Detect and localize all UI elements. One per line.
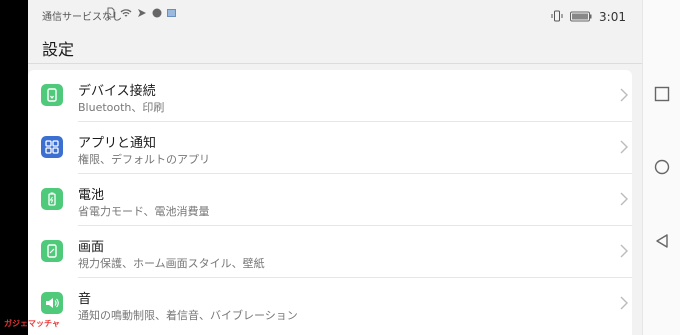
settings-item-subtitle: 通知の鳴動制限、着信音、バイブレーション bbox=[78, 309, 298, 322]
watermark-logo: ガジェマッチャ bbox=[4, 319, 60, 328]
settings-item-subtitle: 権限、デフォルトのアプリ bbox=[78, 153, 210, 166]
settings-item-subtitle: 視力保護、ホーム画面スタイル、壁紙 bbox=[78, 257, 265, 270]
sound-icon bbox=[41, 292, 63, 314]
page-title: 設定 bbox=[42, 40, 75, 59]
settings-item-subtitle: 省電力モード、電池消費量 bbox=[78, 205, 210, 218]
device-connection-icon bbox=[41, 84, 63, 106]
settings-list: デバイス接続 Bluetooth、印刷 アプリと通知 権限、デフォルトのアプリ … bbox=[28, 70, 632, 335]
vibrate-icon bbox=[551, 7, 563, 26]
navigation-bar bbox=[642, 0, 680, 335]
sim-icon bbox=[107, 7, 115, 18]
settings-item-title: アプリと通知 bbox=[78, 136, 157, 151]
header-divider bbox=[28, 63, 642, 64]
image-icon bbox=[167, 8, 176, 17]
settings-item-title: 電池 bbox=[78, 188, 105, 203]
left-bezel bbox=[0, 0, 28, 335]
chevron-right-icon bbox=[620, 139, 628, 158]
settings-item-title: 音 bbox=[78, 292, 92, 307]
settings-item-battery[interactable]: 電池 省電力モード、電池消費量 bbox=[28, 174, 632, 226]
chevron-right-icon bbox=[620, 87, 628, 106]
recent-apps-button[interactable] bbox=[654, 86, 670, 106]
navigation-icon bbox=[137, 8, 147, 18]
status-icons bbox=[107, 7, 176, 18]
settings-screen: 通信サービスなし 3:01 設定 デバイス接続 Bluetooth、印刷 アプリ… bbox=[28, 0, 642, 335]
settings-item-device-connection[interactable]: デバイス接続 Bluetooth、印刷 bbox=[28, 70, 632, 122]
back-button[interactable] bbox=[654, 233, 670, 253]
wifi-icon bbox=[120, 8, 132, 18]
settings-item-sound[interactable]: 音 通知の鳴動制限、着信音、バイブレーション bbox=[28, 278, 632, 330]
status-right: 3:01 bbox=[551, 7, 626, 26]
chevron-right-icon bbox=[620, 243, 628, 262]
settings-item-title: デバイス接続 bbox=[78, 84, 156, 99]
settings-item-display[interactable]: 画面 視力保護、ホーム画面スタイル、壁紙 bbox=[28, 226, 632, 278]
clock: 3:01 bbox=[599, 9, 626, 24]
display-icon bbox=[41, 240, 63, 262]
battery-icon bbox=[41, 188, 63, 210]
settings-item-subtitle: Bluetooth、印刷 bbox=[78, 101, 165, 114]
settings-item-apps[interactable]: アプリと通知 権限、デフォルトのアプリ bbox=[28, 122, 632, 174]
status-bar: 通信サービスなし 3:01 bbox=[28, 0, 642, 28]
chevron-right-icon bbox=[620, 295, 628, 314]
apps-icon bbox=[41, 136, 63, 158]
messenger-icon bbox=[152, 8, 162, 18]
battery-status-icon bbox=[570, 7, 592, 26]
chevron-right-icon bbox=[620, 191, 628, 210]
settings-item-title: 画面 bbox=[78, 240, 105, 255]
home-button[interactable] bbox=[654, 159, 670, 179]
